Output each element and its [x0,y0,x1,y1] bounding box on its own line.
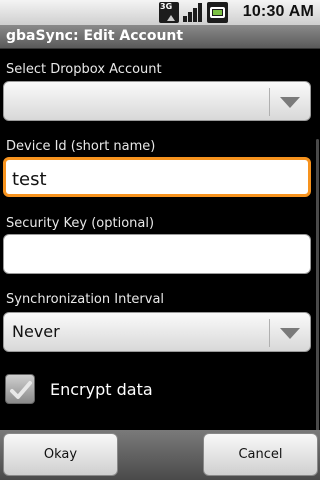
scrollbar[interactable] [316,139,319,439]
spinner-divider [269,88,270,116]
okay-button[interactable]: Okay [3,433,118,476]
status-icons: 3G [159,2,228,23]
dropbox-account-label: Select Dropbox Account [6,62,162,77]
encrypt-data-checkbox[interactable] [5,374,35,404]
device-id-label: Device Id (short name) [6,139,156,154]
security-key-input[interactable] [10,241,300,267]
sync-interval-label: Synchronization Interval [6,292,165,307]
cancel-button[interactable]: Cancel [203,433,318,476]
encrypt-data-label: Encrypt data [50,380,153,399]
sync-interval-value: Never [12,322,60,341]
checkmark-icon [10,381,32,399]
dropbox-account-spinner[interactable] [3,81,311,121]
dropdown-arrow-icon [280,328,300,339]
battery-charging-icon [207,2,228,23]
device-id-input[interactable] [12,166,302,192]
network-type-label: 3G [160,2,173,11]
signal-strength-icon [182,2,204,23]
spinner-divider [269,319,270,347]
security-key-label: Security Key (optional) [6,216,155,231]
dropdown-arrow-icon [280,97,300,108]
status-bar: 3G 10:30 AM [0,0,320,25]
device-id-field-frame [3,157,311,197]
edit-account-form: Select Dropbox Account Device Id (short … [0,49,320,439]
3g-data-icon: 3G [159,2,179,23]
status-time: 10:30 AM [242,3,314,20]
window-title: gbaSync: Edit Account [6,28,184,44]
button-bar: Okay Cancel [0,430,320,480]
sync-interval-spinner[interactable]: Never [3,312,311,352]
encrypt-data-row[interactable]: Encrypt data [3,371,303,411]
title-bar: gbaSync: Edit Account [0,25,320,49]
security-key-field-frame [3,234,311,274]
